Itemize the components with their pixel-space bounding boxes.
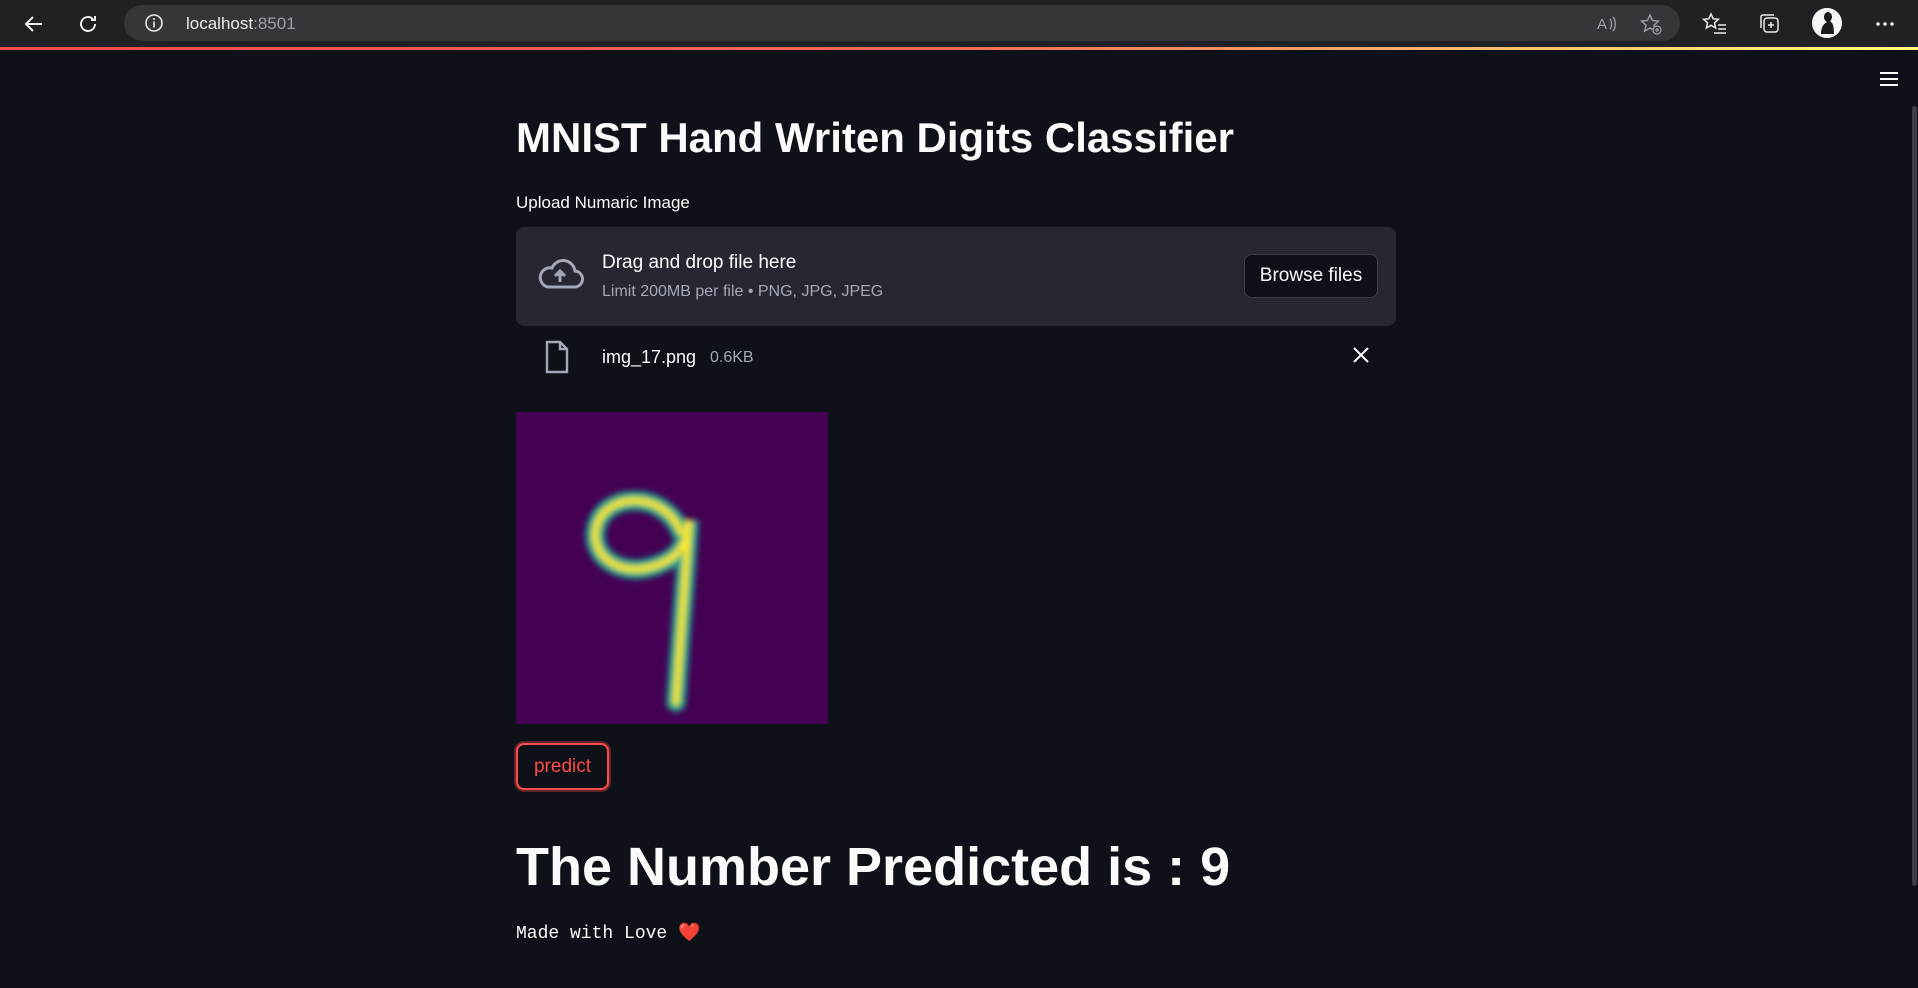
url-host: localhost <box>186 14 254 33</box>
uploaded-digit-image <box>516 412 828 724</box>
read-aloud-icon[interactable]: A <box>1596 13 1618 35</box>
add-favorite-icon[interactable] <box>1640 13 1662 35</box>
url-port: :8501 <box>253 14 296 33</box>
page-title: MNIST Hand Writen Digits Classifier <box>516 114 1234 161</box>
page-scrollbar[interactable] <box>1912 106 1917 886</box>
profile-avatar[interactable] <box>1812 8 1842 38</box>
file-icon <box>545 340 569 374</box>
cloud-upload-icon <box>538 259 584 289</box>
upload-label: Upload Numaric Image <box>516 193 690 212</box>
more-options-icon[interactable] <box>1872 11 1898 37</box>
collections-icon[interactable] <box>1757 11 1783 37</box>
remove-file-icon[interactable] <box>1350 344 1372 366</box>
uploaded-file-name: img_17.png <box>602 347 697 367</box>
address-bar[interactable]: localhost:8501 A <box>124 5 1680 41</box>
footer-text: Made with Love ❤️ <box>516 924 701 944</box>
refresh-button[interactable] <box>73 9 103 39</box>
url-text[interactable]: localhost:8501 <box>186 14 296 34</box>
dropzone-limits: Limit 200MB per file • PNG, JPG, JPEG <box>602 283 884 300</box>
app-container: MNIST Hand Writen Digits Classifier Uplo… <box>0 50 1918 988</box>
profile-avatar-image <box>1812 8 1842 38</box>
site-info-icon[interactable] <box>144 13 164 33</box>
back-button[interactable] <box>19 9 49 39</box>
prediction-result: The Number Predicted is : 9 <box>516 837 1231 897</box>
uploaded-file-row: img_17.png 0.6KB <box>516 340 1396 386</box>
file-dropzone[interactable]: Drag and drop file here Limit 200MB per … <box>516 227 1396 326</box>
refresh-icon <box>80 16 96 32</box>
uploaded-file-size: 0.6KB <box>710 349 754 366</box>
svg-text:A: A <box>1597 16 1607 33</box>
browser-toolbar: localhost:8501 A <box>0 0 1918 47</box>
back-arrow-icon <box>24 16 42 32</box>
browse-files-button[interactable]: Browse files <box>1244 254 1378 298</box>
favorites-icon[interactable] <box>1702 11 1728 37</box>
main-menu-icon[interactable] <box>1878 70 1900 88</box>
dropzone-instructions: Drag and drop file here <box>602 252 797 273</box>
digit-nine-drawing <box>516 412 828 724</box>
predict-button[interactable]: predict <box>516 743 609 790</box>
